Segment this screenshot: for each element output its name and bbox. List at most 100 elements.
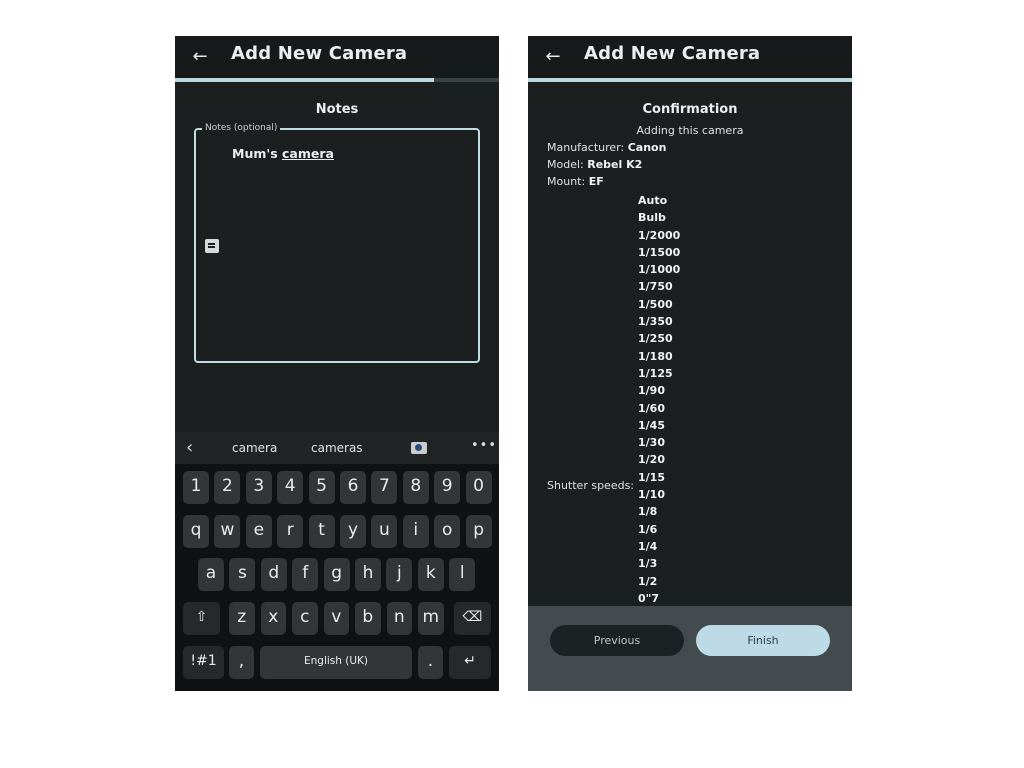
key-b[interactable]: b — [355, 602, 381, 635]
shutter-speed-item: 1/500 — [638, 297, 673, 311]
shutter-speed-item: 1/750 — [638, 280, 673, 294]
enter-key[interactable]: ↵ — [449, 646, 491, 679]
shutter-speed-item: 1/2000 — [638, 228, 681, 242]
key-2[interactable]: 2 — [214, 471, 241, 504]
key-u[interactable]: u — [371, 515, 398, 548]
key-k[interactable]: k — [417, 558, 444, 591]
shutter-speed-item: 1/45 — [638, 418, 665, 432]
shutter-speed-item: 1/60 — [638, 401, 665, 415]
confirmation-screen: ← Add New Camera Confirmation Adding thi… — [528, 36, 852, 691]
symbols-key[interactable]: !#1 — [183, 646, 224, 679]
suggestion-cameras[interactable]: cameras — [311, 441, 363, 455]
shutter-speed-item: 1/4 — [638, 539, 658, 553]
manufacturer-row: Manufacturer: Canon — [547, 141, 666, 154]
suggestion-camera[interactable]: camera — [232, 441, 277, 455]
key-e[interactable]: e — [245, 515, 272, 548]
notes-text-plain: Mum's — [232, 146, 282, 161]
shutter-speed-item: 1/90 — [638, 384, 665, 398]
key-3[interactable]: 3 — [245, 471, 272, 504]
notes-text-underlined: camera — [281, 146, 334, 161]
shutter-speed-item: 1/2 — [638, 574, 658, 588]
key-8[interactable]: 8 — [402, 471, 429, 504]
key-5[interactable]: 5 — [308, 471, 335, 504]
key-s[interactable]: s — [229, 558, 256, 591]
step-progress-bar — [528, 78, 852, 82]
notes-input-value: Mum's camera — [232, 146, 334, 161]
notes-input[interactable]: Notes (optional) Mum's camera — [194, 122, 480, 363]
shutter-speed-item: 1/250 — [638, 332, 673, 346]
key-t[interactable]: t — [308, 515, 335, 548]
key-q[interactable]: q — [183, 515, 209, 548]
key-r[interactable]: r — [277, 515, 304, 548]
chevron-left-icon[interactable]: ‹ — [186, 437, 193, 458]
page-title: Add New Camera — [584, 43, 761, 64]
key-9[interactable]: 9 — [434, 471, 461, 504]
key-a[interactable]: a — [198, 558, 224, 591]
model-value: Rebel K2 — [587, 158, 643, 171]
camera-emoji-icon[interactable] — [411, 442, 427, 454]
shutter-speed-item: 1/125 — [638, 366, 673, 380]
space-key[interactable]: English (UK) — [260, 646, 412, 679]
shutter-speed-item: 1/8 — [638, 505, 658, 519]
previous-button[interactable]: Previous — [550, 625, 684, 656]
key-n[interactable]: n — [386, 602, 412, 635]
shutter-speed-item: 1/1000 — [638, 263, 681, 277]
backspace-key[interactable]: ⌫ — [454, 602, 491, 635]
app-bar: ← Add New Camera — [175, 36, 499, 78]
key-4[interactable]: 4 — [277, 471, 304, 504]
key-f[interactable]: f — [292, 558, 319, 591]
key-o[interactable]: o — [434, 515, 461, 548]
manufacturer-value: Canon — [627, 141, 667, 154]
app-bar: ← Add New Camera — [528, 36, 852, 78]
key-w[interactable]: w — [214, 515, 241, 548]
confirmation-subtitle: Adding this camera — [636, 124, 744, 137]
bottom-nav-bar: Previous Finish — [528, 606, 852, 691]
key-h[interactable]: h — [355, 558, 381, 591]
shift-key[interactable]: ⇧ — [183, 602, 220, 635]
shutter-speed-item: Bulb — [638, 211, 666, 225]
key-j[interactable]: j — [386, 558, 413, 591]
step-progress-bar — [175, 78, 499, 82]
shutter-speed-item: 1/15 — [638, 470, 665, 484]
key-7[interactable]: 7 — [371, 471, 398, 504]
key-i[interactable]: i — [402, 515, 429, 548]
model-label: Model: — [547, 158, 588, 171]
shutter-speeds-list: Auto Bulb 1/2000 1/1500 1/1000 1/750 1/500 1/35… — [638, 193, 680, 608]
key-y[interactable]: y — [340, 515, 366, 548]
suggestion-bar: ‹ camera cameras ••• — [175, 432, 499, 464]
shutter-speed-item: 1/3 — [638, 557, 658, 571]
period-key[interactable]: . — [418, 646, 443, 679]
key-x[interactable]: x — [260, 602, 286, 635]
key-p[interactable]: p — [465, 515, 492, 548]
key-m[interactable]: m — [418, 602, 444, 635]
key-1[interactable]: 1 — [183, 471, 209, 504]
section-title: Confirmation — [642, 102, 738, 117]
key-6[interactable]: 6 — [340, 471, 366, 504]
more-dots-icon[interactable]: ••• — [471, 438, 497, 453]
key-z[interactable]: z — [229, 602, 255, 635]
back-arrow-icon[interactable]: ← — [189, 46, 211, 68]
mount-label: Mount: — [547, 175, 589, 188]
progress-fill — [175, 78, 435, 82]
sticky-note-icon — [205, 239, 219, 253]
manufacturer-label: Manufacturer: — [547, 141, 628, 154]
key-c[interactable]: c — [292, 602, 318, 635]
notes-screen: ← Add New Camera Notes Notes (optional) … — [175, 36, 499, 691]
key-g[interactable]: g — [323, 558, 350, 591]
shutter-speeds-label: Shutter speeds: — [547, 479, 635, 492]
key-d[interactable]: d — [260, 558, 287, 591]
shutter-speed-item: 1/180 — [638, 349, 673, 363]
key-0[interactable]: 0 — [465, 471, 492, 504]
notes-input-label: Notes (optional) — [202, 122, 281, 134]
section-title: Notes — [315, 102, 359, 117]
shutter-speed-item: 1/30 — [638, 436, 665, 450]
shutter-speed-item: 1/350 — [638, 315, 673, 329]
key-v[interactable]: v — [323, 602, 349, 635]
shutter-speed-item: Auto — [638, 194, 668, 207]
back-arrow-icon[interactable]: ← — [542, 46, 564, 68]
finish-button[interactable]: Finish — [696, 625, 830, 656]
shutter-speed-item: 1/1500 — [638, 245, 681, 259]
key-l[interactable]: l — [449, 558, 476, 591]
model-row: Model: Rebel K2 — [547, 158, 642, 171]
comma-key[interactable]: , — [229, 646, 254, 679]
